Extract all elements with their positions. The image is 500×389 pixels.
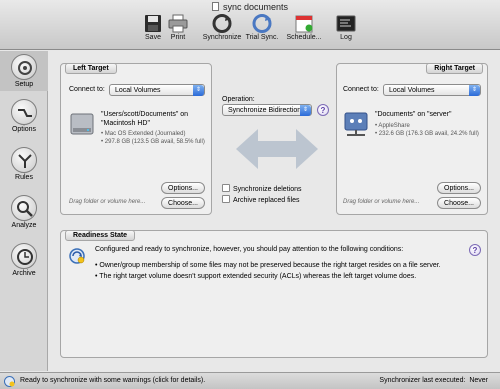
sidebar-item-analyze[interactable]: Analyze [0,195,48,229]
readiness-bullet-2: • The right target volume doesn't suppor… [95,273,417,280]
right-target-panel: Right Target Connect to: Local Volumes ⇕ … [336,63,488,215]
chevron-updown-icon: ⇕ [193,85,204,96]
right-volume-size: • 232.6 GB (176.3 GB avail, 24.2% full) [375,131,479,137]
status-bar: Ready to synchronize with some warnings … [0,372,500,389]
trial-sync-icon [252,14,272,33]
right-target-title: Right Target [426,63,483,74]
calendar-icon [294,14,314,33]
last-executed: Synchronizer last executed: Never [379,377,488,384]
right-connect-popup[interactable]: Local Volumes ⇕ [383,84,481,96]
app-window: sync documents Save Print Synchronize Tr… [0,0,500,389]
sidebar-item-archive[interactable]: Archive [0,243,48,277]
operation-label: Operation: [222,96,255,103]
operation-popup[interactable]: Synchronize Bidirectional ⇕ [222,104,312,116]
window-title: sync documents [0,2,500,12]
trial-sync-button[interactable]: Trial Sync. [239,14,285,41]
readiness-bullet-1: • Owner/group membership of some files m… [95,262,441,269]
readiness-title: Readiness State [65,230,136,241]
bidirectional-arrow-icon [236,127,318,171]
left-target-panel: Left Target Connect to: Local Volumes ⇕ "… [60,63,212,215]
print-button[interactable]: Print [155,14,201,41]
left-choose-button[interactable]: Choose... [161,197,205,209]
archive-replaced-checkbox[interactable]: Archive replaced files [222,195,300,205]
printer-icon [168,14,188,33]
readiness-message: Configured and ready to synchronize, how… [95,246,404,253]
network-volume-icon [343,110,369,138]
chevron-updown-icon: ⇕ [300,105,311,116]
sync-status-icon [69,248,85,264]
hard-disk-icon [69,110,95,138]
schedule-button[interactable]: Schedule... [281,14,327,41]
right-options-button[interactable]: Options... [437,182,481,194]
operation-help-button[interactable]: ? [317,104,329,116]
sidebar: Setup Options Rules Analyze Archive [0,51,48,371]
left-volume-format: • Mac OS Extended (Journaled) [101,131,186,137]
document-icon [211,2,219,11]
left-drag-hint: Drag folder or volume here... [69,199,146,205]
status-message[interactable]: Ready to synchronize with some warnings … [20,377,205,384]
right-volume-name: "Documents" on "server" [375,111,452,118]
left-connect-label: Connect to: [69,86,105,93]
sync-deletions-checkbox[interactable]: Synchronize deletions [222,184,302,194]
sidebar-item-options[interactable]: Options [0,99,48,133]
left-options-button[interactable]: Options... [161,182,205,194]
chevron-updown-icon: ⇕ [469,85,480,96]
right-choose-button[interactable]: Choose... [437,197,481,209]
setup-icon [11,54,37,80]
left-target-title: Left Target [65,63,117,74]
log-console-icon [336,14,356,33]
clock-icon [11,243,37,269]
rules-icon [11,147,37,173]
left-volume-size: • 297.8 GB (123.5 GB avail, 58.5% full) [101,139,205,145]
magnifier-icon [11,195,37,221]
readiness-help-button[interactable]: ? [469,244,481,256]
sync-arrows-icon [212,14,232,33]
warning-status-icon [4,376,15,387]
sidebar-item-setup[interactable]: Setup [0,51,48,91]
right-drag-hint: Drag folder or volume here... [343,199,420,205]
right-volume-format: • AppleShare [375,123,410,129]
right-connect-label: Connect to: [343,86,379,93]
left-volume-name: "Users/scott/Documents" on "Macintosh HD… [101,111,189,127]
title-bar: sync documents Save Print Synchronize Tr… [0,0,500,50]
options-icon [11,99,37,125]
readiness-panel: Readiness State Configured and ready to … [60,230,488,358]
toolbar: Save Print Synchronize Trial Sync. Sched… [0,14,500,48]
left-connect-popup[interactable]: Local Volumes ⇕ [109,84,205,96]
sidebar-item-rules[interactable]: Rules [0,147,48,181]
log-button[interactable]: Log [323,14,369,41]
